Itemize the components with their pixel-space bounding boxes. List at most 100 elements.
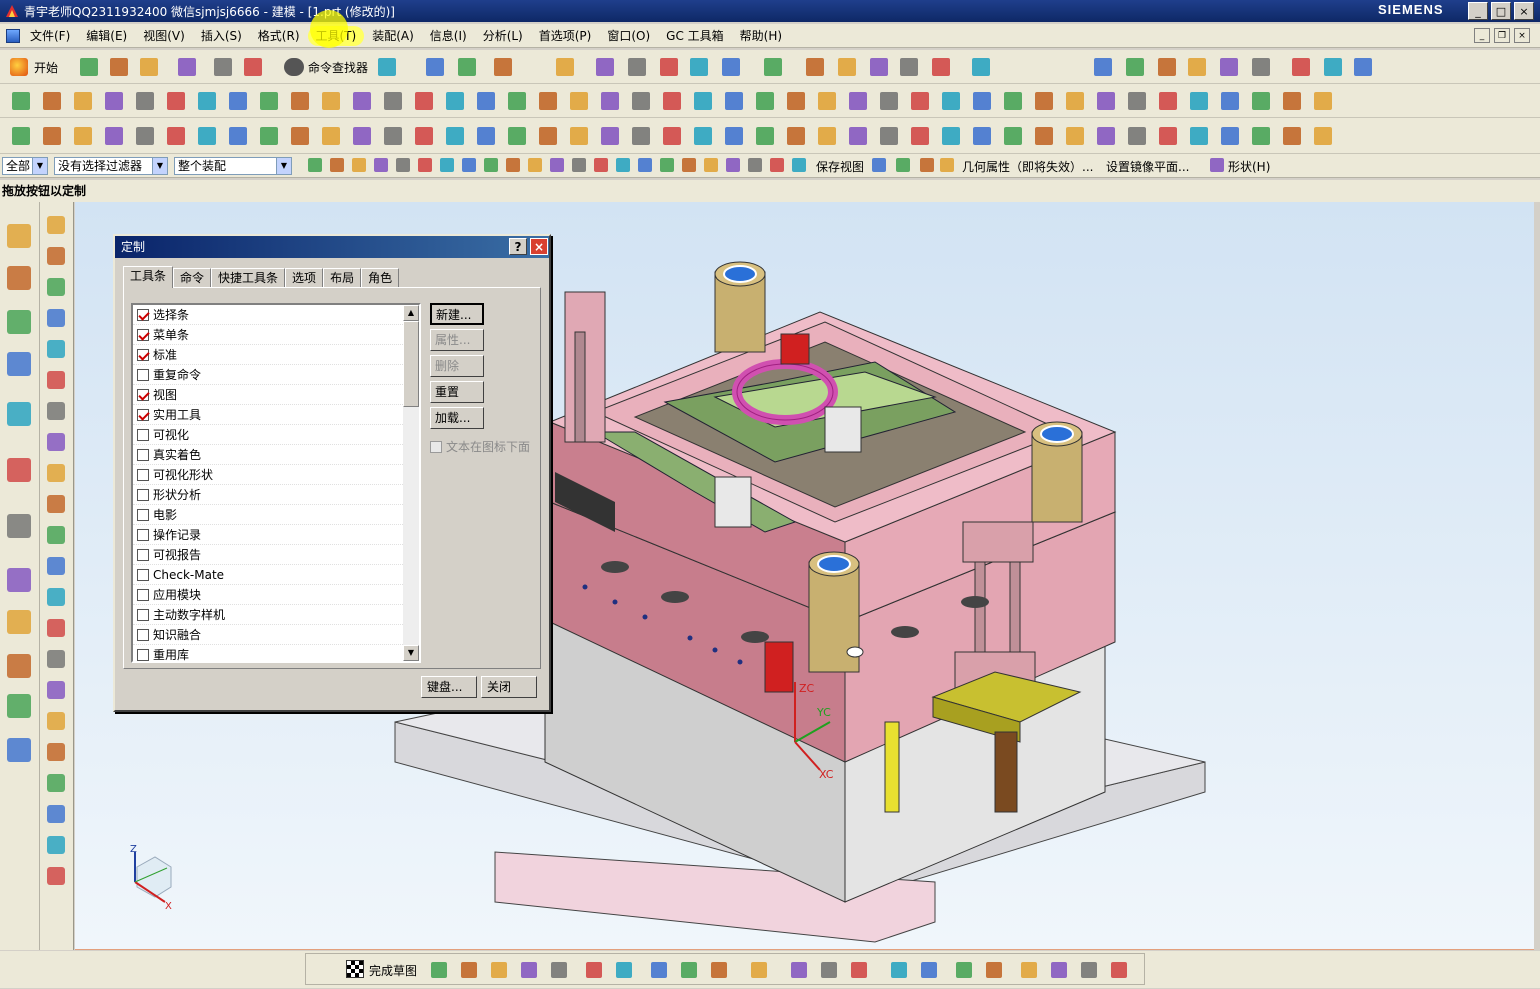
toolbar-tool-icon[interactable] [461, 962, 477, 978]
toolbar-tool-icon[interactable] [1159, 127, 1177, 145]
resource-bar-icon[interactable] [47, 557, 65, 575]
toolbar-tool-icon[interactable] [462, 158, 476, 172]
toolbar-tool-icon[interactable] [1035, 127, 1053, 145]
toolbar-tool-icon[interactable] [787, 127, 805, 145]
toolbar-tool-icon[interactable] [477, 127, 495, 145]
toolbar-tool-icon[interactable] [378, 58, 396, 76]
toolbar-checkbox[interactable] [137, 528, 149, 541]
toolbar-tool-icon[interactable] [1283, 92, 1301, 110]
toolbar-tool-icon[interactable] [818, 92, 836, 110]
selection-bar-icons[interactable] [0, 154, 1540, 178]
toolbar-tool-icon[interactable] [694, 127, 712, 145]
toolbar-tool-icon[interactable] [110, 58, 128, 76]
toolbar-tool-icon[interactable] [396, 158, 410, 172]
toolbar-tool-icon[interactable] [1210, 158, 1224, 172]
toolbar-list-item[interactable]: 可视化 [133, 425, 405, 445]
toolbar-list-item[interactable]: 可视报告 [133, 545, 405, 565]
toolbar-tool-icon[interactable] [1159, 92, 1177, 110]
toolbar-checkbox[interactable] [137, 488, 149, 501]
close-dialog-button[interactable]: 关闭 [481, 676, 537, 698]
toolbar-list-item[interactable]: Check-Mate [133, 565, 405, 585]
resource-bar-icon[interactable] [47, 650, 65, 668]
toolbar-tool-icon[interactable] [1252, 58, 1270, 76]
menu-item-8[interactable]: 分析(L) [475, 26, 531, 46]
toolbar-tool-icon[interactable] [896, 158, 910, 172]
toolbar-tool-icon[interactable] [632, 127, 650, 145]
toolbar-tool-icon[interactable] [198, 127, 216, 145]
resource-bar-icon[interactable] [7, 694, 31, 718]
toolbar-tool-icon[interactable] [920, 158, 934, 172]
tab-1[interactable]: 命令 [173, 268, 212, 288]
mdi-minimize-button[interactable]: _ [1474, 28, 1490, 43]
toolbar-list-item[interactable]: 视图 [133, 385, 405, 405]
toolbar-tool-icon[interactable] [415, 127, 433, 145]
list-scrollbar[interactable]: ▲ ▼ [403, 305, 419, 661]
resource-bar-icon[interactable] [7, 224, 31, 248]
toolbar-checkbox[interactable] [137, 408, 149, 421]
toolbar-tool-icon[interactable] [1128, 127, 1146, 145]
toolbar-tool-icon[interactable] [431, 962, 447, 978]
toolbar-tool-icon[interactable] [260, 127, 278, 145]
toolbar-tool-icon[interactable] [374, 158, 388, 172]
resource-bar-icon[interactable] [47, 309, 65, 327]
toolbar-tool-icon[interactable] [528, 158, 542, 172]
toolbar-tool-icon[interactable] [440, 158, 454, 172]
toolbar-tool-icon[interactable] [942, 92, 960, 110]
toolbar-tool-icon[interactable] [136, 127, 154, 145]
toolbar-tool-icon[interactable] [43, 127, 61, 145]
toolbar-tool-icon[interactable] [477, 92, 495, 110]
close-button[interactable]: × [1514, 2, 1534, 20]
load-button[interactable]: 加载... [430, 407, 484, 429]
toolbar-checkbox[interactable] [137, 428, 149, 441]
toolbar-tool-icon[interactable] [167, 92, 185, 110]
mdi-close-button[interactable]: × [1514, 28, 1530, 43]
toolbar-tool-icon[interactable] [601, 92, 619, 110]
dialog-title-bar[interactable]: 定制 [115, 236, 549, 258]
menu-item-7[interactable]: 信息(I) [422, 26, 475, 46]
toolbar-tool-icon[interactable] [770, 158, 784, 172]
resource-bar-icon[interactable] [7, 402, 31, 426]
toolbar-tool-icon[interactable] [1354, 58, 1372, 76]
toolbar-tool-icon[interactable] [1051, 962, 1067, 978]
toolbar-tool-icon[interactable] [1221, 127, 1239, 145]
toolbar-tool-icon[interactable] [572, 158, 586, 172]
toolbar-tool-icon[interactable] [972, 58, 990, 76]
dialog-help-button[interactable]: ? [509, 238, 527, 255]
toolbar-tool-icon[interactable] [551, 962, 567, 978]
toolbar-checkbox[interactable] [137, 608, 149, 621]
toolbar-tool-icon[interactable] [663, 127, 681, 145]
toolbar-tool-icon[interactable] [632, 92, 650, 110]
toolbar-tool-icon[interactable] [140, 58, 158, 76]
toolbar-tool-icon[interactable] [628, 58, 646, 76]
toolbar-tool-icon[interactable] [973, 127, 991, 145]
toolbar-tool-icon[interactable] [1126, 58, 1144, 76]
toolbar-tool-icon[interactable] [136, 92, 154, 110]
toolbar-tool-icon[interactable] [484, 158, 498, 172]
toolbar-checkbox[interactable] [137, 468, 149, 481]
toolbar-tool-icon[interactable] [550, 158, 564, 172]
toolbar-tool-icon[interactable] [446, 92, 464, 110]
toolbar-tool-icon[interactable] [244, 58, 262, 76]
toolbar-list-item[interactable]: 应用模块 [133, 585, 405, 605]
toolbar-tool-icon[interactable] [891, 962, 907, 978]
resource-bar-icon[interactable] [47, 526, 65, 544]
toolbar-list[interactable]: 选择条 菜单条 标准 重复命令 视图 实用工具 可视化 真实着色 可视化形状 形状分析 电影 操作记录… [131, 303, 421, 663]
toolbar-tool-icon[interactable] [105, 127, 123, 145]
resource-bar-icon[interactable] [7, 310, 31, 334]
toolbar-tool-icon[interactable] [506, 158, 520, 172]
toolbar-tool-icon[interactable] [384, 92, 402, 110]
toolbar-tool-icon[interactable] [508, 92, 526, 110]
toolbar-tool-icon[interactable] [446, 127, 464, 145]
toolbar-tool-icon[interactable] [322, 92, 340, 110]
menu-item-2[interactable]: 视图(V) [135, 26, 193, 46]
resource-bar-icon[interactable] [47, 681, 65, 699]
toolbar-list-item[interactable]: 知识融合 [133, 625, 405, 645]
toolbar-tool-icon[interactable] [330, 158, 344, 172]
toolbar-tool-icon[interactable] [1004, 92, 1022, 110]
toolbar-tool-icon[interactable] [1021, 962, 1037, 978]
toolbar-tool-icon[interactable] [426, 58, 444, 76]
toolbar-tool-icon[interactable] [322, 127, 340, 145]
dialog-close-button[interactable]: × [530, 238, 548, 255]
toolbar-tool-icon[interactable] [80, 58, 98, 76]
maximize-button[interactable]: □ [1491, 2, 1511, 20]
